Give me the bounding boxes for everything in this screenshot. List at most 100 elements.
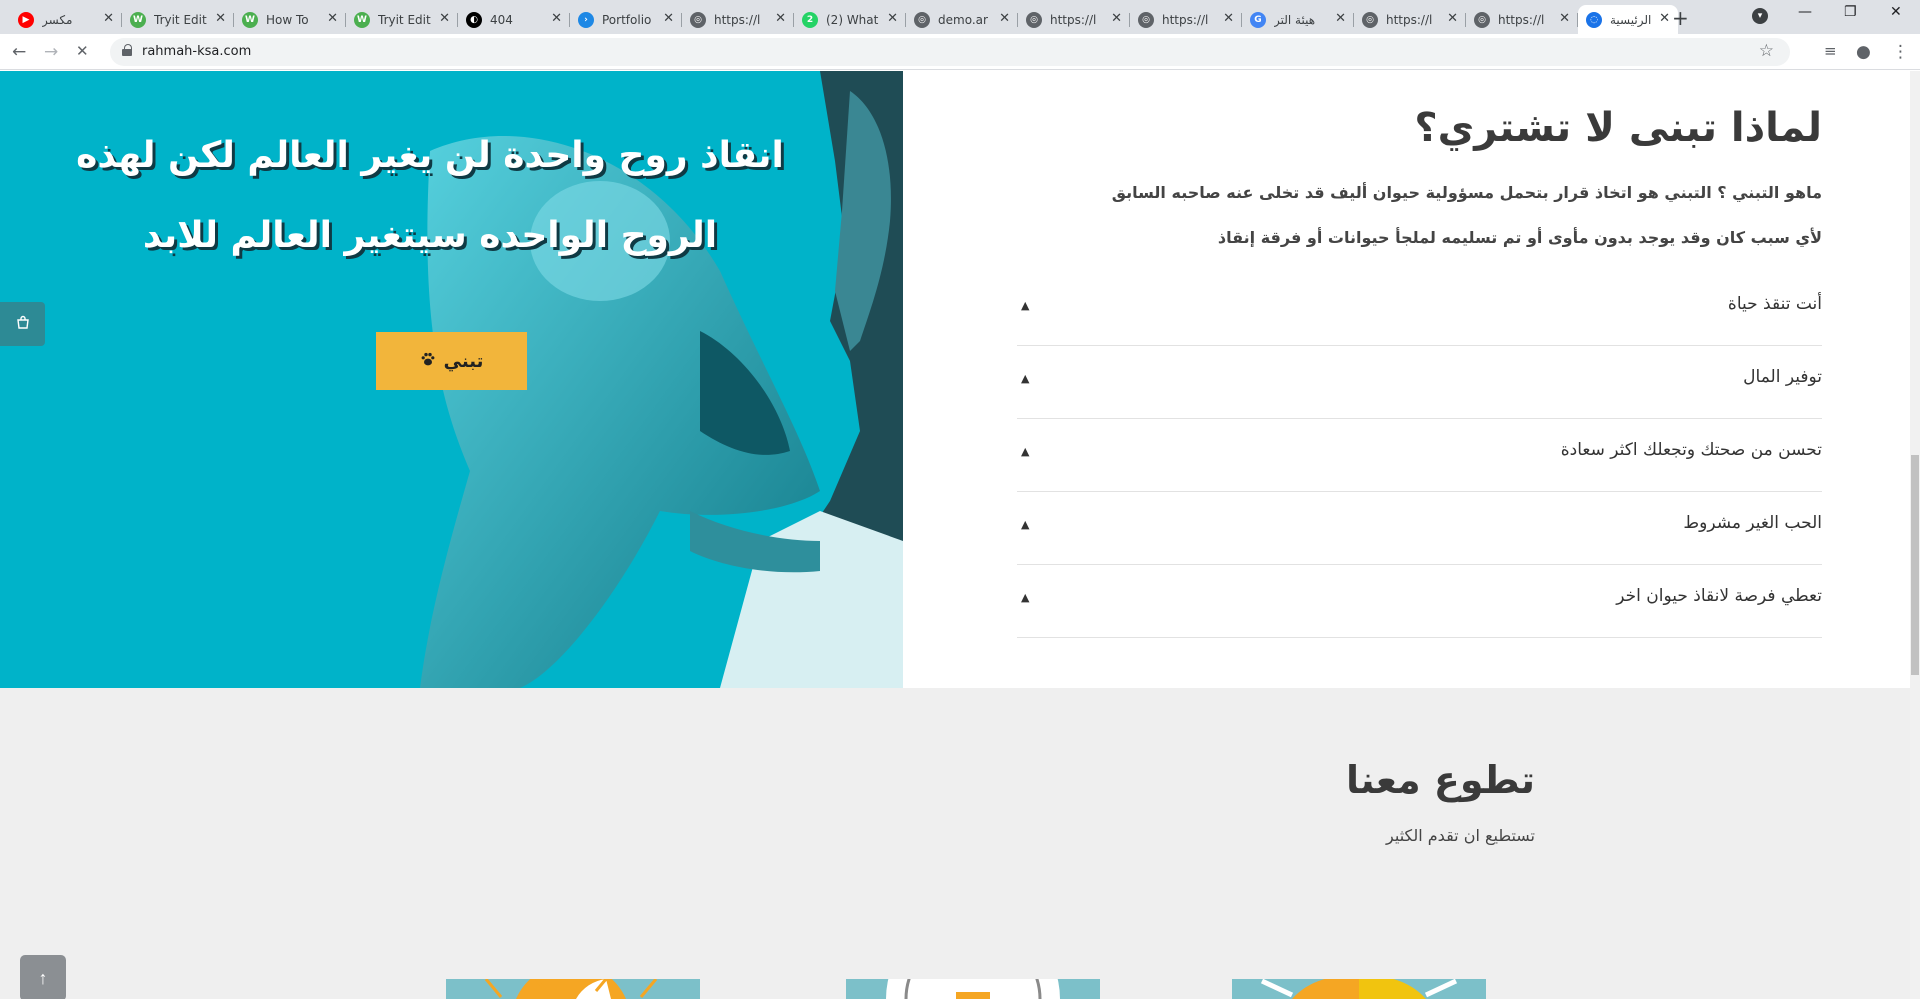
tab-favicon-icon: ◎ bbox=[690, 11, 706, 28]
volunteer-card-2-image[interactable] bbox=[846, 979, 1100, 999]
forward-icon[interactable]: → bbox=[44, 42, 58, 62]
tab-close-icon[interactable]: ✕ bbox=[663, 11, 674, 26]
tab-close-icon[interactable]: ✕ bbox=[1559, 11, 1570, 26]
chevron-up-icon[interactable]: ▲ bbox=[1021, 591, 1029, 604]
tab-favicon-icon: ◎ bbox=[914, 11, 930, 28]
scrollbar-thumb[interactable] bbox=[1911, 455, 1919, 675]
page-scrollbar[interactable] bbox=[1910, 71, 1920, 999]
browser-tabstrip: ▶ مكسر ✕ W Tryit Edit ✕ W How To ✕ W Tryit Edit ✕ ◐ 4… bbox=[0, 0, 1920, 34]
browser-tab[interactable]: 2 (2) What ✕ bbox=[794, 5, 906, 34]
chevron-up-icon[interactable]: ▲ bbox=[1021, 445, 1029, 458]
tab-close-icon[interactable]: ✕ bbox=[551, 11, 562, 26]
browser-tab[interactable]: ◎ https://l ✕ bbox=[1018, 5, 1130, 34]
shopping-bag-icon bbox=[16, 315, 30, 333]
volunteer-card-1-image[interactable] bbox=[446, 979, 700, 999]
adopt-button-label: تبني bbox=[443, 350, 484, 372]
tab-favicon-icon: ◎ bbox=[1474, 11, 1490, 28]
chevron-up-icon[interactable]: ▲ bbox=[1021, 372, 1029, 385]
tab-favicon-icon: ▶ bbox=[18, 11, 34, 28]
volunteer-card-3-image[interactable] bbox=[1232, 979, 1486, 999]
accordion-item[interactable]: أنت تنقذ حياة ▲ bbox=[1017, 273, 1822, 346]
browser-tab[interactable]: ▶ مكسر ✕ bbox=[10, 5, 122, 34]
tab-title: Tryit Edit bbox=[154, 12, 207, 27]
tab-close-icon[interactable]: ✕ bbox=[439, 11, 450, 26]
tab-title: demo.ar bbox=[938, 12, 988, 27]
tab-close-icon[interactable]: ✕ bbox=[999, 11, 1010, 26]
close-window-icon[interactable]: ✕ bbox=[1890, 4, 1902, 20]
tab-title: Portfolio bbox=[602, 12, 652, 27]
accordion-item-label: تحسن من صحتك وتجعلك اكثر سعادة bbox=[1560, 440, 1822, 460]
back-icon[interactable]: ← bbox=[12, 42, 26, 62]
tab-title: https://l bbox=[1498, 12, 1545, 27]
faq-intro-2: لأي سبب كان وقد يوجد بدون مأوى أو تم تسل… bbox=[1217, 228, 1822, 247]
tab-title: https://l bbox=[1162, 12, 1209, 27]
hero-heading-line-2: الروح الواحده سيتغير العالم للابد bbox=[142, 215, 718, 256]
faq-title: لماذا تبنى لا تشتري؟ bbox=[1414, 105, 1822, 151]
scroll-to-top-button[interactable]: ↑ bbox=[20, 955, 66, 999]
bookmark-star-icon[interactable]: ☆ bbox=[1759, 41, 1774, 61]
browser-tab[interactable]: G هيئة التر ✕ bbox=[1242, 5, 1354, 34]
tab-title: هيئة التر bbox=[1274, 12, 1316, 27]
browser-tab[interactable]: ◎ demo.ar ✕ bbox=[906, 5, 1018, 34]
paw-icon bbox=[420, 351, 436, 372]
media-control-icon[interactable]: ≡ bbox=[1824, 42, 1837, 60]
lock-icon bbox=[122, 44, 132, 56]
browser-tab[interactable]: W Tryit Edit ✕ bbox=[346, 5, 458, 34]
side-cart-tab[interactable] bbox=[0, 302, 45, 346]
restore-icon[interactable]: ❐ bbox=[1844, 4, 1857, 20]
chevron-up-icon[interactable]: ▲ bbox=[1021, 518, 1029, 531]
browser-tab[interactable]: › Portfolio ✕ bbox=[570, 5, 682, 34]
url-text[interactable]: rahmah-ksa.com bbox=[142, 44, 251, 59]
adopt-button[interactable]: تبني bbox=[376, 332, 527, 390]
tab-title: https://l bbox=[1386, 12, 1433, 27]
tab-title: (2) What bbox=[826, 12, 879, 27]
accordion-item[interactable]: تعطي فرصة لانقاذ حيوان اخر ▲ bbox=[1017, 565, 1822, 638]
web-page: انقاذ روح واحدة لن يغير العالم لكن لهذه … bbox=[0, 71, 1920, 999]
tab-close-icon[interactable]: ✕ bbox=[1223, 11, 1234, 26]
browser-tab[interactable]: W How To ✕ bbox=[234, 5, 346, 34]
browser-menu-icon[interactable]: ⋮ bbox=[1892, 42, 1909, 62]
browser-tab[interactable]: ◌ الرئيسية ✕ bbox=[1578, 5, 1678, 34]
tab-title: https://l bbox=[714, 12, 761, 27]
tab-close-icon[interactable]: ✕ bbox=[215, 11, 226, 26]
tab-favicon-icon: G bbox=[1250, 11, 1266, 28]
browser-tab[interactable]: ◎ https://l ✕ bbox=[1130, 5, 1242, 34]
tab-close-icon[interactable]: ✕ bbox=[775, 11, 786, 26]
tab-close-icon[interactable]: ✕ bbox=[327, 11, 338, 26]
volunteer-subtitle: تستطيع ان تقدم الكثير bbox=[1386, 826, 1535, 845]
tab-close-icon[interactable]: ✕ bbox=[103, 11, 114, 26]
accordion-item[interactable]: الحب الغير مشروط ▲ bbox=[1017, 492, 1822, 565]
browser-tab[interactable]: ◐ 404 ✕ bbox=[458, 5, 570, 34]
tab-favicon-icon: ◎ bbox=[1362, 11, 1378, 28]
tab-close-icon[interactable]: ✕ bbox=[1659, 11, 1670, 26]
tab-favicon-icon: ◎ bbox=[1026, 11, 1042, 28]
browser-tab[interactable]: ◎ https://l ✕ bbox=[1354, 5, 1466, 34]
browser-tab[interactable]: ◎ https://l ✕ bbox=[1466, 5, 1578, 34]
minimize-icon[interactable]: — bbox=[1798, 4, 1812, 20]
tab-close-icon[interactable]: ✕ bbox=[1335, 11, 1346, 26]
new-tab-button[interactable]: + bbox=[1672, 6, 1689, 30]
accordion-item-label: الحب الغير مشروط bbox=[1683, 513, 1822, 533]
hero-banner: انقاذ روح واحدة لن يغير العالم لكن لهذه … bbox=[0, 71, 903, 688]
stop-loading-icon[interactable]: ✕ bbox=[76, 42, 89, 60]
tab-close-icon[interactable]: ✕ bbox=[1447, 11, 1458, 26]
tab-close-icon[interactable]: ✕ bbox=[1111, 11, 1122, 26]
tab-favicon-icon: W bbox=[354, 11, 370, 28]
browser-tab[interactable]: ◎ https://l ✕ bbox=[682, 5, 794, 34]
chevron-up-icon[interactable]: ▲ bbox=[1021, 299, 1029, 312]
tab-favicon-icon: W bbox=[242, 11, 258, 28]
address-bar[interactable]: rahmah-ksa.com ☆ bbox=[110, 38, 1790, 66]
accordion-item[interactable]: تحسن من صحتك وتجعلك اكثر سعادة ▲ bbox=[1017, 419, 1822, 492]
accordion-item-label: تعطي فرصة لانقاذ حيوان اخر bbox=[1616, 586, 1822, 606]
tab-close-icon[interactable]: ✕ bbox=[887, 11, 898, 26]
tab-favicon-icon: 2 bbox=[802, 11, 818, 28]
tab-search-icon[interactable]: ▾ bbox=[1752, 8, 1768, 24]
browser-tab[interactable]: W Tryit Edit ✕ bbox=[122, 5, 234, 34]
tab-favicon-icon: ◐ bbox=[466, 11, 482, 28]
accordion-item[interactable]: توفير المال ▲ bbox=[1017, 346, 1822, 419]
profile-avatar-icon[interactable]: ● bbox=[1856, 42, 1871, 62]
tab-title: الرئيسية bbox=[1610, 12, 1652, 27]
volunteer-title: تطوع معنا bbox=[1345, 758, 1535, 802]
hero-heading-line-1: انقاذ روح واحدة لن يغير العالم لكن لهذه bbox=[76, 135, 784, 176]
tab-title: https://l bbox=[1050, 12, 1097, 27]
